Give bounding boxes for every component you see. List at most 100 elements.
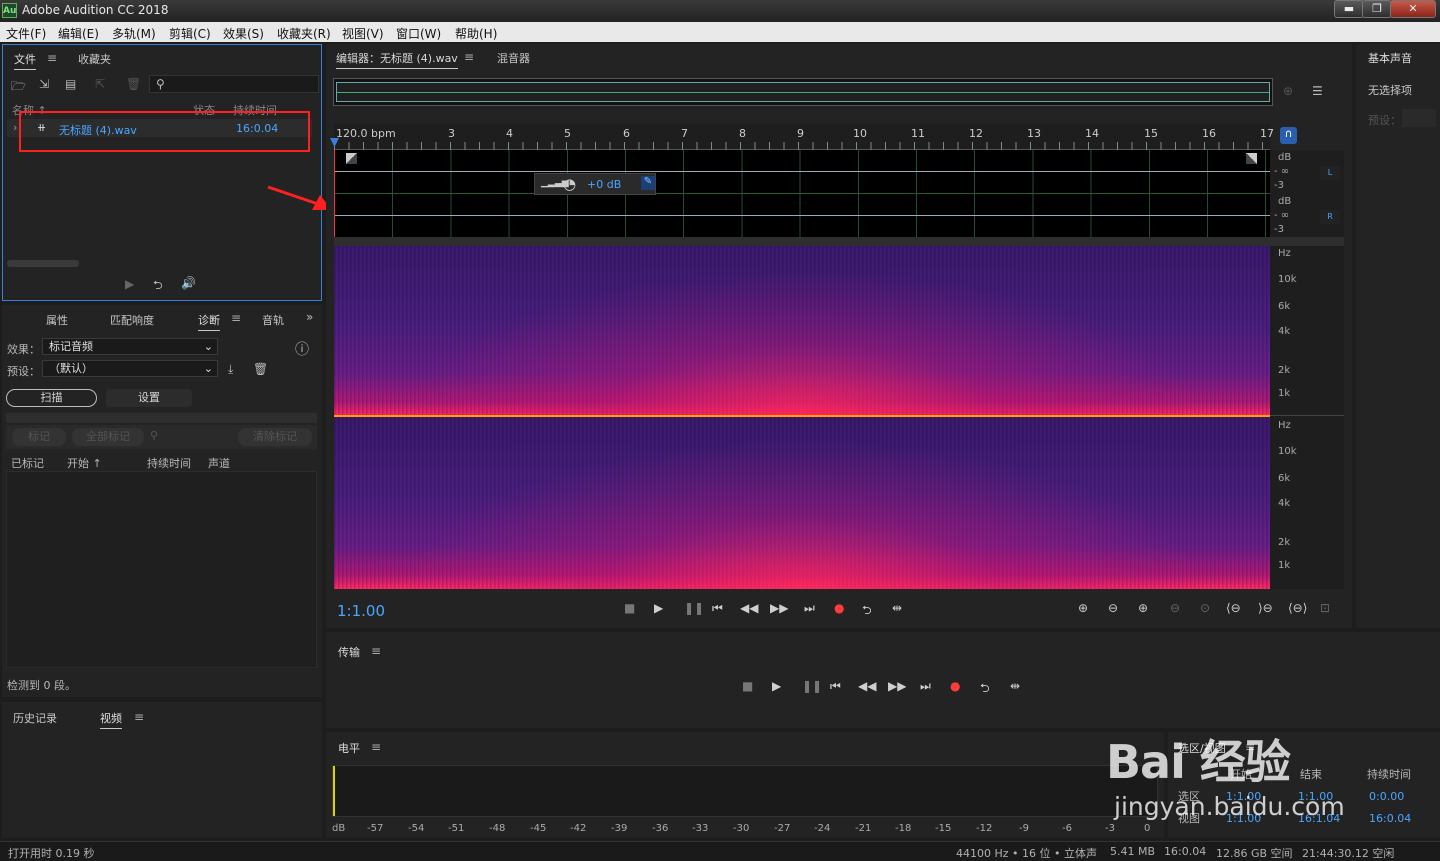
zoom-icon[interactable]: ⚲ (150, 429, 158, 442)
more-tabs-icon[interactable]: » (306, 310, 313, 324)
delete-icon[interactable]: 🗑 (126, 77, 141, 91)
skip-start-icon[interactable]: ⏮ (830, 679, 841, 694)
skip-start-icon[interactable]: ⏮ (712, 601, 723, 616)
channel-right-toggle[interactable]: R (1320, 210, 1340, 224)
rewind-icon[interactable]: ◀◀ (740, 601, 758, 615)
effect-select[interactable]: 标记音频 ⌄ (42, 338, 218, 355)
expand-icon[interactable]: › (13, 121, 17, 134)
zoom-in-amplitude-icon[interactable]: ⊕ (1078, 601, 1088, 615)
minimize-button[interactable]: ▬ (1334, 0, 1364, 18)
pin-icon[interactable]: ✎ (641, 176, 655, 190)
menu-icon[interactable]: ≡ (371, 644, 381, 658)
pause-icon[interactable]: ❚❚ (802, 679, 822, 693)
zoom-full-icon[interactable]: ⊙ (1200, 601, 1210, 615)
save-preset-icon[interactable]: ⤓ (228, 362, 233, 377)
hud-gain[interactable]: ▁▂▃▅ ◔ +0 dB ✎ (534, 173, 656, 195)
mark-button[interactable]: 标记 (12, 428, 66, 446)
menu-window[interactable]: 窗口(W) (396, 25, 441, 42)
tab-editor[interactable]: 编辑器：无标题 (4).wav (336, 50, 458, 69)
menu-icon[interactable]: ≡ (371, 740, 381, 754)
col-marked[interactable]: 已标记 (11, 455, 44, 471)
fast-forward-icon[interactable]: ▶▶ (888, 679, 906, 693)
play-icon[interactable]: ▶ (772, 679, 781, 693)
zoom-out-time-icon[interactable]: ⊖ (1170, 601, 1180, 615)
zoom-reset-icon[interactable]: ⊡ (1320, 601, 1330, 615)
list-icon[interactable]: ☰ (1312, 84, 1323, 98)
tab-mixer[interactable]: 混音器 (497, 50, 530, 66)
open-folder-icon[interactable]: 🗁 (11, 77, 26, 98)
col-duration[interactable]: 持续时间 (147, 455, 191, 471)
menu-icon[interactable]: ≡ (134, 710, 144, 724)
autoplay-icon[interactable]: 🔊 (181, 276, 196, 290)
fast-forward-icon[interactable]: ▶▶ (770, 601, 788, 615)
menu-multitrack[interactable]: 多轨(M) (112, 25, 156, 42)
settings-button[interactable]: 设置 (106, 389, 192, 407)
channel-left-toggle[interactable]: L (1320, 166, 1340, 180)
time-ruler[interactable]: 120.0 bpm 3 4 5 6 7 8 9 10 11 12 13 14 1… (334, 124, 1274, 150)
menu-effects[interactable]: 效果(S) (223, 25, 264, 42)
play-icon[interactable]: ▶ (654, 601, 663, 615)
menu-clip[interactable]: 剪辑(C) (169, 25, 211, 42)
mark-all-button[interactable]: 全部标记 (72, 428, 144, 446)
record-icon[interactable]: ● (834, 601, 844, 615)
record-icon[interactable]: ● (950, 679, 960, 693)
clear-marks-button[interactable]: 清除标记 (238, 428, 312, 446)
tab-tracks[interactable]: 音轨 (262, 312, 284, 328)
tab-properties[interactable]: 属性 (46, 312, 68, 328)
export-icon[interactable]: ⇱ (95, 77, 105, 91)
tab-history[interactable]: 历史记录 (13, 710, 57, 726)
spectral-display-left[interactable] (334, 246, 1270, 416)
tab-match-loudness[interactable]: 匹配响度 (110, 312, 154, 328)
scan-button[interactable]: 扫描 (6, 389, 97, 407)
levels-title[interactable]: 电平 (338, 740, 360, 756)
timecode-display[interactable]: 1:1.00 (337, 602, 385, 620)
menu-help[interactable]: 帮助(H) (455, 25, 497, 42)
zoom-out-amplitude-icon[interactable]: ⊖ (1108, 601, 1118, 615)
waveform-view[interactable]: ▁▂▃▅ ◔ +0 dB ✎ (334, 150, 1270, 237)
info-icon[interactable]: ⓘ (295, 339, 309, 359)
close-button[interactable]: ✕ (1390, 0, 1436, 18)
snap-icon[interactable]: ∩ (1280, 127, 1297, 144)
fade-in-icon[interactable] (346, 153, 357, 164)
zoom-in-point-icon[interactable]: ⟨⊖ (1226, 601, 1241, 615)
skip-selection-icon[interactable]: ⇹ (1010, 679, 1020, 693)
splitter-handle[interactable] (334, 237, 1344, 246)
stop-icon[interactable]: ■ (742, 679, 753, 693)
essential-sound-title[interactable]: 基本声音 (1368, 50, 1412, 66)
menu-icon[interactable]: ≡ (464, 50, 474, 64)
preset-select[interactable]: （默认） ⌄ (42, 360, 218, 377)
skip-selection-icon[interactable]: ⇹ (892, 601, 902, 615)
menu-icon[interactable]: ≡ (231, 311, 241, 325)
scrollbar[interactable] (7, 260, 79, 267)
maximize-button[interactable]: ❐ (1362, 0, 1392, 18)
loop-icon[interactable]: ⮌ (862, 601, 872, 622)
zoom-selection-icon[interactable]: ⟨⊖⟩ (1288, 601, 1307, 615)
rewind-icon[interactable]: ◀◀ (858, 679, 876, 693)
col-start[interactable]: 开始 ↑ (67, 455, 102, 471)
menu-favorites[interactable]: 收藏夹(R) (277, 25, 331, 42)
skip-end-icon[interactable]: ⏭ (804, 601, 815, 616)
loop-icon[interactable]: ⮌ (980, 679, 990, 700)
tab-diagnostics[interactable]: 诊断 (198, 312, 220, 331)
pause-icon[interactable]: ❚❚ (684, 601, 704, 615)
zoom-in-time-icon[interactable]: ⊕ (1138, 601, 1148, 615)
loop-icon[interactable]: ⮌ (153, 276, 163, 297)
overview-bar[interactable] (333, 78, 1273, 106)
play-icon[interactable]: ▶ (125, 277, 134, 291)
zoom-out-point-icon[interactable]: ⟩⊖ (1258, 601, 1273, 615)
tab-video[interactable]: 视频 (100, 710, 122, 729)
search-input[interactable]: ⚲ (149, 75, 319, 93)
overview-range[interactable] (336, 82, 1270, 102)
zoom-icon[interactable]: ⊕ (1283, 84, 1293, 98)
skip-end-icon[interactable]: ⏭ (920, 679, 931, 694)
preset-select[interactable] (1402, 109, 1436, 127)
delete-preset-icon[interactable]: 🗑 (253, 362, 268, 376)
menu-icon[interactable]: ≡ (47, 51, 57, 65)
new-file-icon[interactable]: ▤ (65, 77, 76, 91)
tab-favorites[interactable]: 收藏夹 (78, 51, 111, 67)
transport-title[interactable]: 传输 (338, 644, 360, 660)
spectral-display-right[interactable] (334, 417, 1270, 589)
col-channel[interactable]: 声道 (208, 455, 230, 471)
gain-knob-icon[interactable]: ◔ (563, 175, 576, 193)
stop-icon[interactable]: ■ (624, 601, 635, 615)
